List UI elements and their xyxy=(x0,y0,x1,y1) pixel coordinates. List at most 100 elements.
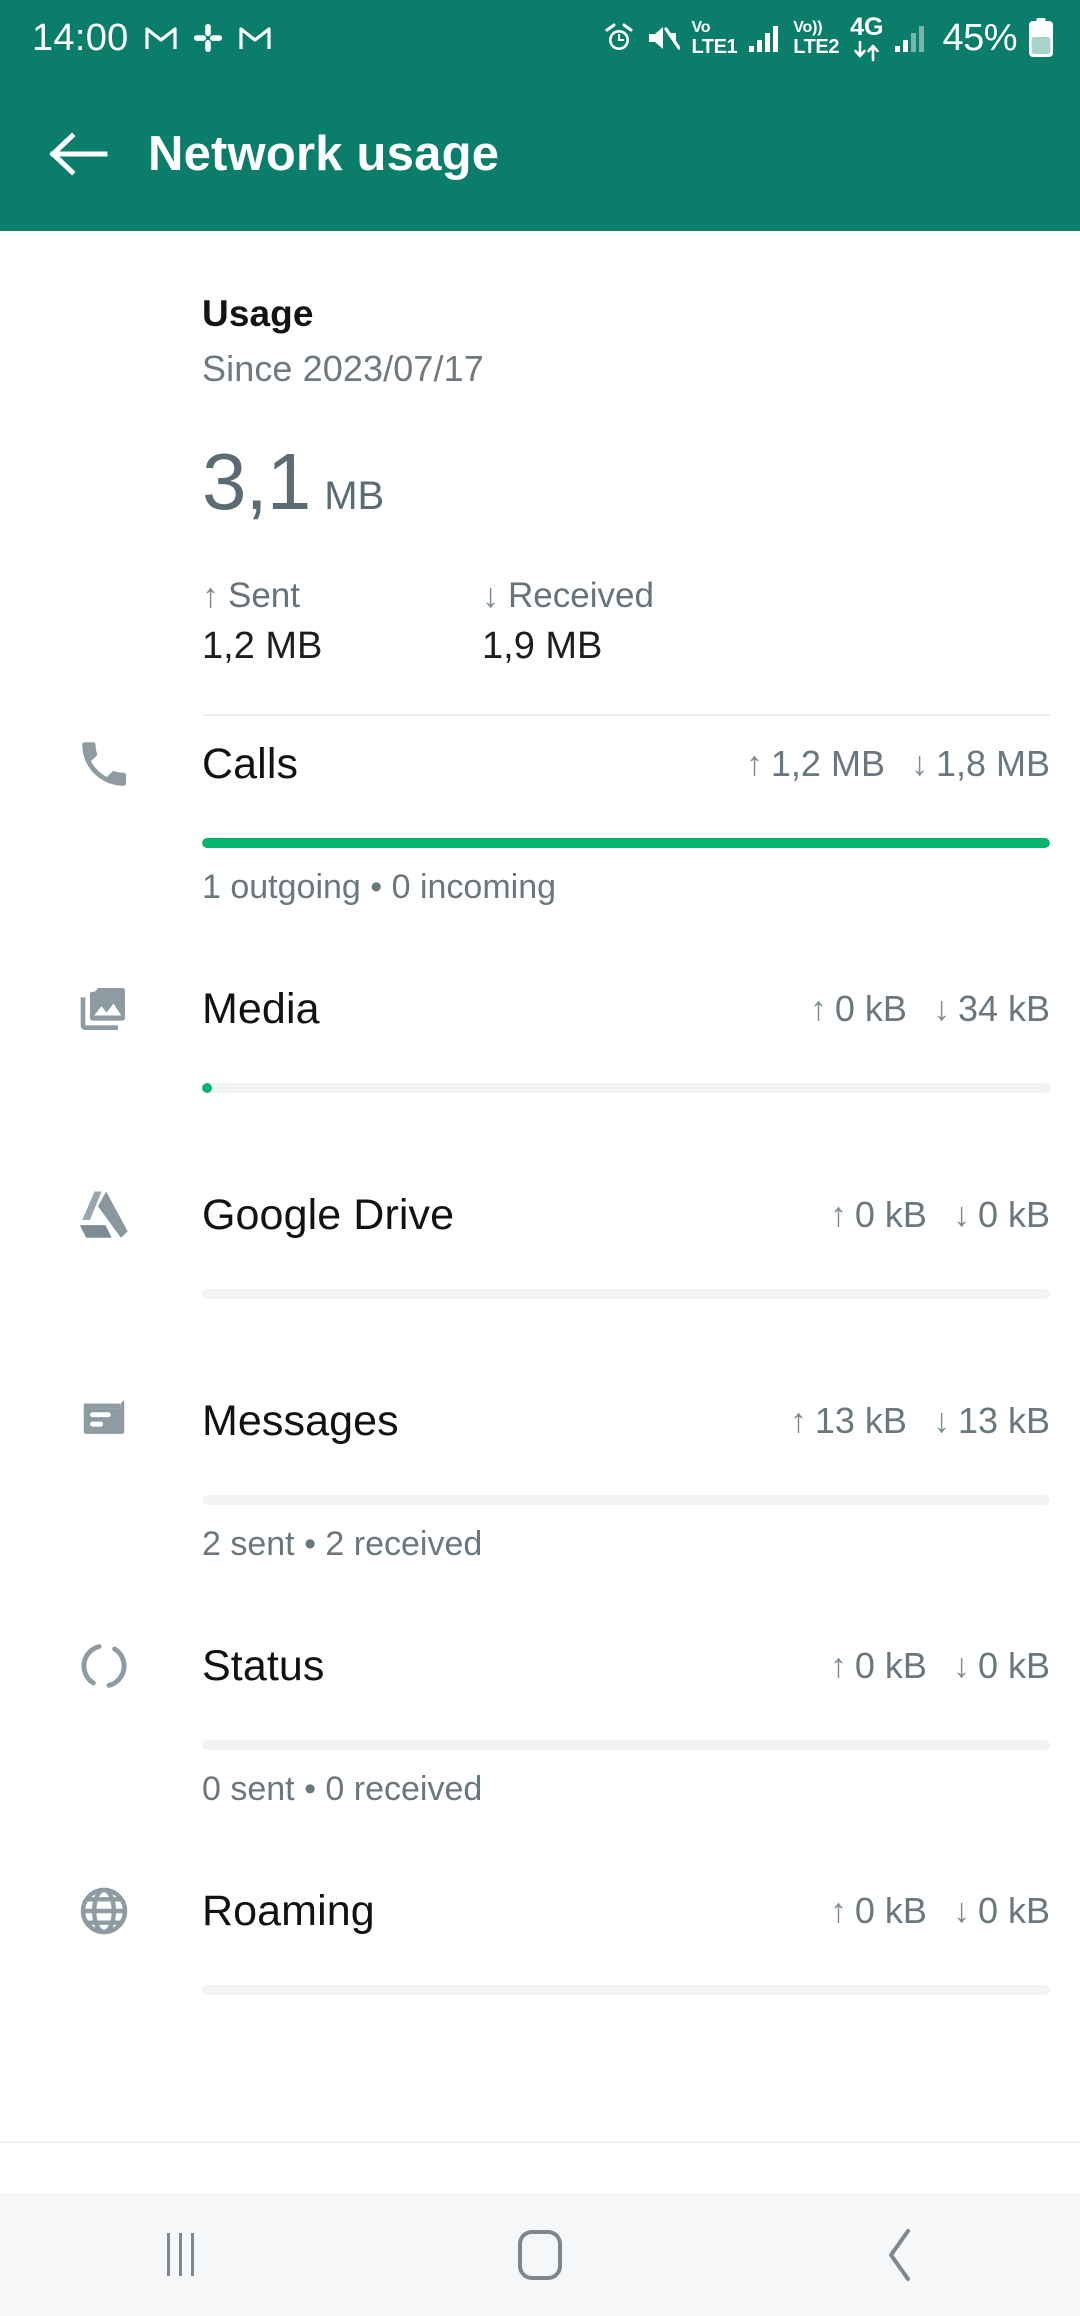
row-received-stat: ↓ 13 kB xyxy=(933,1400,1050,1442)
row-received-stat: ↓ 34 kB xyxy=(933,988,1050,1030)
volte1-icon: Vo LTE1 xyxy=(691,18,738,58)
row-received-value: 0 kB xyxy=(977,1890,1050,1931)
table-row[interactable]: Roaming ↑ 0 kB ↓ 0 kB xyxy=(0,1863,1080,1995)
row-received-value: 13 kB xyxy=(957,1400,1050,1441)
row-sent-value: 0 kB xyxy=(854,1890,927,1931)
data-transfer-group: 4G xyxy=(850,14,883,62)
status-bar-right: Vo LTE1 Vo)) LTE2 4G 45% xyxy=(603,14,1054,62)
table-row[interactable]: Calls ↑ 1,2 MB ↓ 1,8 MB 1 outgoing • 0 i… xyxy=(0,716,1080,907)
row-received-value: 1,8 MB xyxy=(935,743,1050,784)
arrow-up-icon: ↑ xyxy=(829,1647,847,1685)
back-icon[interactable] xyxy=(720,2193,1080,2316)
row-header[interactable]: Calls ↑ 1,2 MB ↓ 1,8 MB xyxy=(0,716,1080,812)
usage-progress-track xyxy=(202,1289,1050,1299)
received-block: ↓ Received 1,9 MB xyxy=(482,576,762,668)
page-title: Network usage xyxy=(148,126,500,181)
arrow-down-icon: ↓ xyxy=(952,1892,970,1930)
google-drive-icon xyxy=(72,1183,136,1247)
row-header[interactable]: Google Drive ↑ 0 kB ↓ 0 kB xyxy=(0,1167,1080,1263)
row-stats: ↑ 1,2 MB ↓ 1,8 MB xyxy=(746,743,1050,785)
row-received-value: 0 kB xyxy=(977,1194,1050,1235)
system-navigation-bar xyxy=(0,2193,1080,2316)
arrow-up-icon: ↑ xyxy=(202,577,219,615)
row-sent-value: 0 kB xyxy=(834,988,907,1029)
row-received-value: 34 kB xyxy=(957,988,1050,1029)
row-sent-stat: ↑ 1,2 MB xyxy=(746,743,885,785)
row-received-stat: ↓ 0 kB xyxy=(953,1645,1050,1687)
row-header[interactable]: Messages ↑ 13 kB ↓ 13 kB xyxy=(0,1373,1080,1469)
status-ring-icon xyxy=(72,1634,136,1698)
usage-total: 3,1 MB xyxy=(202,436,1080,528)
received-value: 1,9 MB xyxy=(482,625,603,667)
globe-icon xyxy=(72,1879,136,1943)
table-row[interactable]: Status ↑ 0 kB ↓ 0 kB 0 sent • 0 received xyxy=(0,1618,1080,1809)
arrow-up-icon: ↑ xyxy=(745,745,763,783)
signal-sim1-icon xyxy=(748,23,782,53)
arrow-down-icon: ↓ xyxy=(952,1196,970,1234)
row-received-stat: ↓ 0 kB xyxy=(953,1890,1050,1932)
table-row[interactable]: Messages ↑ 13 kB ↓ 13 kB 2 sent • 2 rece… xyxy=(0,1373,1080,1564)
row-received-stat: ↓ 1,8 MB xyxy=(911,743,1050,785)
back-arrow-icon[interactable] xyxy=(28,104,128,204)
row-sent-value: 0 kB xyxy=(854,1645,927,1686)
mute-icon xyxy=(646,23,681,53)
status-bar-left: 14:00 xyxy=(32,17,271,60)
alarm-icon xyxy=(603,22,635,54)
arrow-down-icon: ↓ xyxy=(482,577,499,615)
row-header[interactable]: Status ↑ 0 kB ↓ 0 kB xyxy=(0,1618,1080,1714)
table-row[interactable]: Media ↑ 0 kB ↓ 34 kB xyxy=(0,961,1080,1093)
row-label: Status xyxy=(202,1641,325,1690)
row-received-stat: ↓ 0 kB xyxy=(953,1194,1050,1236)
row-header[interactable]: Media ↑ 0 kB ↓ 34 kB xyxy=(0,961,1080,1057)
row-subtitle: 0 sent • 0 received xyxy=(202,1770,483,1808)
data-transfer-icon xyxy=(852,40,882,62)
sent-block: ↑ Sent 1,2 MB xyxy=(202,576,482,668)
messages-icon xyxy=(72,1389,136,1453)
row-received-value: 0 kB xyxy=(977,1645,1050,1686)
usage-total-value: 3,1 xyxy=(202,437,311,526)
arrow-down-icon: ↓ xyxy=(952,1647,970,1685)
row-label: Calls xyxy=(202,739,299,788)
arrow-down-icon: ↓ xyxy=(932,1402,950,1440)
sent-label: Sent xyxy=(228,576,300,615)
gmail-icon xyxy=(238,25,271,51)
usage-progress-track xyxy=(202,1083,1050,1093)
arrow-up-icon: ↑ xyxy=(809,990,827,1028)
volte2-icon: Vo)) LTE2 xyxy=(793,18,840,58)
usage-progress-fill xyxy=(202,838,1050,848)
usage-total-unit: MB xyxy=(324,474,385,518)
recents-icon[interactable] xyxy=(0,2193,360,2316)
table-row[interactable]: Google Drive ↑ 0 kB ↓ 0 kB xyxy=(0,1167,1080,1299)
usage-progress-fill xyxy=(202,1083,212,1093)
sent-label-group: ↑ Sent xyxy=(202,576,482,616)
sent-received-row: ↑ Sent 1,2 MB ↓ Received 1,9 MB xyxy=(202,576,1080,668)
slack-icon xyxy=(193,23,223,53)
row-label: Media xyxy=(202,984,320,1033)
battery-percent-label: 45% xyxy=(942,16,1017,59)
row-label: Google Drive xyxy=(202,1190,455,1239)
signal-sim2-icon xyxy=(894,23,928,53)
home-icon[interactable] xyxy=(360,2193,720,2316)
row-sent-stat: ↑ 0 kB xyxy=(810,988,907,1030)
content-scroll-area[interactable]: Usage Since 2023/07/17 3,1 MB ↑ Sent 1,2… xyxy=(0,231,1080,2141)
row-subtitle: 2 sent • 2 received xyxy=(202,1525,483,1563)
arrow-down-icon: ↓ xyxy=(932,990,950,1028)
usage-progress-track xyxy=(202,1495,1050,1505)
row-sent-stat: ↑ 13 kB xyxy=(790,1400,907,1442)
row-header[interactable]: Roaming ↑ 0 kB ↓ 0 kB xyxy=(0,1863,1080,1959)
row-sent-stat: ↑ 0 kB xyxy=(830,1890,927,1932)
received-label-group: ↓ Received xyxy=(482,576,762,616)
row-label: Roaming xyxy=(202,1886,375,1935)
arrow-up-icon: ↑ xyxy=(789,1402,807,1440)
status-clock: 14:00 xyxy=(32,16,129,59)
row-sent-value: 13 kB xyxy=(814,1400,907,1441)
arrow-up-icon: ↑ xyxy=(829,1196,847,1234)
nav-separator xyxy=(0,2141,1080,2193)
